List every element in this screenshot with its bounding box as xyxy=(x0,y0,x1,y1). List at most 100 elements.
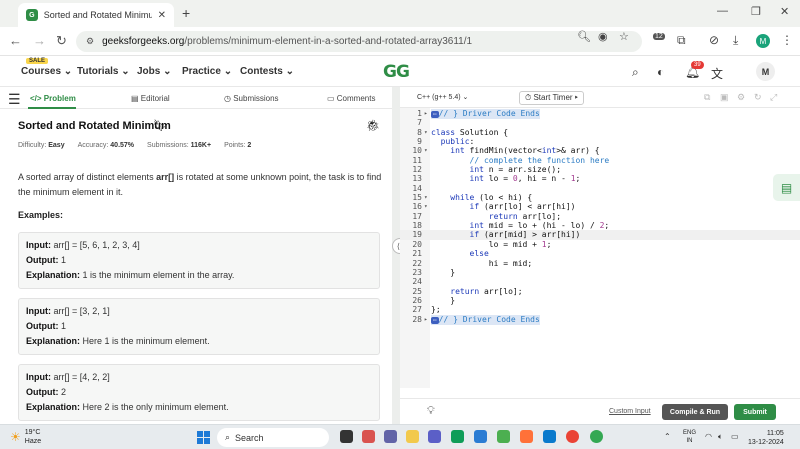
file-explorer-icon[interactable] xyxy=(406,430,419,443)
url-path: /problems/minimum-element-in-a-sorted-an… xyxy=(184,36,473,47)
editor-toolbar: C++ (g++ 5.4) ⌄ ⏱ Start Timer ▸ ⧉ ▣ ⚙ ↻ … xyxy=(400,87,800,108)
chevron-down-icon: ⌄ xyxy=(63,66,73,77)
hamburger-menu-icon[interactable]: ☰ xyxy=(8,91,21,108)
problem-tabs: ☰ </> Problem ▤ Editorial ◷ Submissions … xyxy=(0,87,392,109)
url-domain: geeksforgeeks.org xyxy=(102,36,185,47)
bookmark-star-icon[interactable]: ☆ xyxy=(619,30,629,43)
problem-pane: ☰ </> Problem ▤ Editorial ◷ Submissions … xyxy=(0,87,392,424)
tray-chevron-icon[interactable]: ⌃ xyxy=(664,432,671,441)
weather-widget[interactable]: ☀ 19°C Haze xyxy=(10,428,41,446)
theme-toggle-icon[interactable]: ◐ xyxy=(657,65,664,79)
search-icon[interactable]: ⌕ xyxy=(632,65,639,80)
clock[interactable]: 11:05 13-12-2024 xyxy=(748,429,784,447)
report-bug-icon[interactable]: 🐞︎ xyxy=(366,119,380,132)
minimize-icon[interactable]: — xyxy=(717,5,728,17)
copy-icon[interactable]: ⧉ xyxy=(704,92,710,103)
vscode-icon[interactable] xyxy=(543,430,556,443)
accuracy-value: 40.57% xyxy=(110,142,135,149)
firefox-icon[interactable] xyxy=(520,430,533,443)
fullscreen-icon[interactable]: ⤢ xyxy=(770,92,777,103)
extensions-icon[interactable]: ⧉ xyxy=(677,33,686,48)
menu-courses[interactable]: Courses ⌄ xyxy=(21,66,72,77)
examples-heading: Examples: xyxy=(18,210,64,220)
forward-icon[interactable]: → xyxy=(33,33,46,48)
gfg-favicon-icon: G xyxy=(26,9,38,21)
language-indicator[interactable]: ENG IN xyxy=(683,429,696,445)
site-header: SALE Courses ⌄ Tutorials ⌄ Jobs ⌄ Practi… xyxy=(0,56,800,87)
user-avatar[interactable]: M xyxy=(756,62,775,81)
close-window-icon[interactable]: ✕ xyxy=(780,5,789,18)
battery-icon[interactable]: ▭ xyxy=(731,432,739,441)
tab-submissions[interactable]: ◷ Submissions xyxy=(224,94,279,103)
points-value: 2 xyxy=(247,142,252,149)
zoom-icon[interactable]: 🔍︎ xyxy=(577,30,591,43)
tab-problem[interactable]: </> Problem xyxy=(30,94,76,103)
close-tab-icon[interactable]: ✕ xyxy=(158,10,166,21)
menu-practice[interactable]: Practice ⌄ xyxy=(182,66,232,77)
problem-meta: Difficulty: Easy Accuracy: 40.57% Submis… xyxy=(18,142,252,149)
app-icon[interactable] xyxy=(428,430,441,443)
address-bar[interactable]: ⚙ geeksforgeeks.org/problems/minimum-ele… xyxy=(76,31,642,52)
problem-title: Sorted and Rotated Minimum xyxy=(18,120,171,132)
example-box: Input: arr[] = [4, 2, 2] Output: 2 Expla… xyxy=(18,364,380,421)
submit-button[interactable]: Submit xyxy=(734,404,776,420)
language-select[interactable]: C++ (g++ 5.4) ⌄ xyxy=(417,93,468,101)
taskview-icon[interactable] xyxy=(340,430,353,443)
compile-run-button[interactable]: Compile & Run xyxy=(662,404,728,420)
search-icon: ⌕ xyxy=(225,432,231,442)
example-box: Input: arr[] = [3, 2, 1] Output: 1 Expla… xyxy=(18,298,380,355)
windows-start-icon[interactable] xyxy=(197,431,210,444)
settings-icon[interactable]: ⚙ xyxy=(737,92,745,103)
back-icon[interactable]: ← xyxy=(9,33,22,48)
taskbar-search[interactable]: ⌕ Search xyxy=(217,428,329,447)
sale-badge: SALE xyxy=(26,58,49,64)
chevron-down-icon: ⌄ xyxy=(163,66,172,77)
gfg-logo[interactable]: GG xyxy=(383,62,410,82)
chevron-down-icon: ⌄ xyxy=(285,66,294,77)
wifi-icon[interactable]: ◠ xyxy=(705,432,712,441)
active-tab-indicator xyxy=(28,107,76,109)
app-icon[interactable] xyxy=(362,430,375,443)
chevron-down-icon: ⌄ xyxy=(223,66,233,77)
taskbar: ☀ 19°C Haze ⌕ Search ⌃ ENG IN ◠ 🔈︎ ▭ 11:05 1… xyxy=(0,424,800,449)
download-icon[interactable]: ⤓ xyxy=(733,33,738,48)
custom-input-link[interactable]: Custom Input xyxy=(609,408,651,415)
code-editor[interactable]: 1 ▸ ⋯// } Driver Code Ends 7 8 ▾ class Solut… xyxy=(400,109,800,325)
new-tab-button[interactable]: + xyxy=(182,5,190,21)
menu-contests[interactable]: Contests ⌄ xyxy=(240,66,294,77)
app-icon[interactable] xyxy=(497,430,510,443)
paste-icon[interactable]: ▣ xyxy=(720,92,729,103)
editor-pane: C++ (g++ 5.4) ⌄ ⏱ Start Timer ▸ ⧉ ▣ ⚙ ↻ … xyxy=(400,87,800,424)
chrome-icon[interactable] xyxy=(566,430,579,443)
tab-comments[interactable]: ▭ Comments xyxy=(327,94,375,103)
editor-footer: 💡︎ Custom Input Compile & Run Submit xyxy=(400,398,800,424)
app-icon[interactable] xyxy=(474,430,487,443)
pane-divider[interactable] xyxy=(392,87,400,424)
reset-icon[interactable]: ↻ xyxy=(754,92,762,103)
browser-tab[interactable]: G Sorted and Rotated Minimum | ✕ xyxy=(18,3,174,27)
problem-description: A sorted array of distinct elements arr[… xyxy=(18,172,382,197)
submissions-value: 116K+ xyxy=(190,142,212,149)
more-menu-icon[interactable]: ⋮ xyxy=(781,33,793,47)
bookmark-icon[interactable]: 🔖︎ xyxy=(153,119,167,132)
start-timer-button[interactable]: ⏱ Start Timer ▸ xyxy=(519,91,584,105)
menu-jobs[interactable]: Jobs ⌄ xyxy=(137,66,172,77)
extension-badge[interactable]: 12 xyxy=(653,33,665,40)
maximize-icon[interactable]: ❐ xyxy=(751,5,761,18)
tab-editorial[interactable]: ▤ Editorial xyxy=(131,94,170,103)
security-icon[interactable]: ⊘ xyxy=(709,33,719,47)
menu-tutorials[interactable]: Tutorials ⌄ xyxy=(77,66,130,77)
site-info-icon[interactable]: ⚙ xyxy=(86,36,94,47)
difficulty-value: Easy xyxy=(48,142,65,149)
translate-icon[interactable]: 文 xyxy=(711,65,723,82)
edge-icon[interactable] xyxy=(451,430,464,443)
chat-icon[interactable]: ▤ xyxy=(773,174,800,201)
browser-tab-strip: G Sorted and Rotated Minimum | ✕ + — ❐ ✕ xyxy=(0,0,800,27)
reload-icon[interactable]: ↻ xyxy=(56,33,67,49)
teams-icon[interactable] xyxy=(384,430,397,443)
chrome-active-icon[interactable] xyxy=(590,430,603,443)
volume-icon[interactable]: 🔈︎ xyxy=(718,432,723,442)
hint-bulb-icon[interactable]: 💡︎ xyxy=(427,405,435,418)
eye-off-icon[interactable]: ◉ xyxy=(598,30,608,43)
profile-avatar[interactable]: M xyxy=(756,34,770,48)
